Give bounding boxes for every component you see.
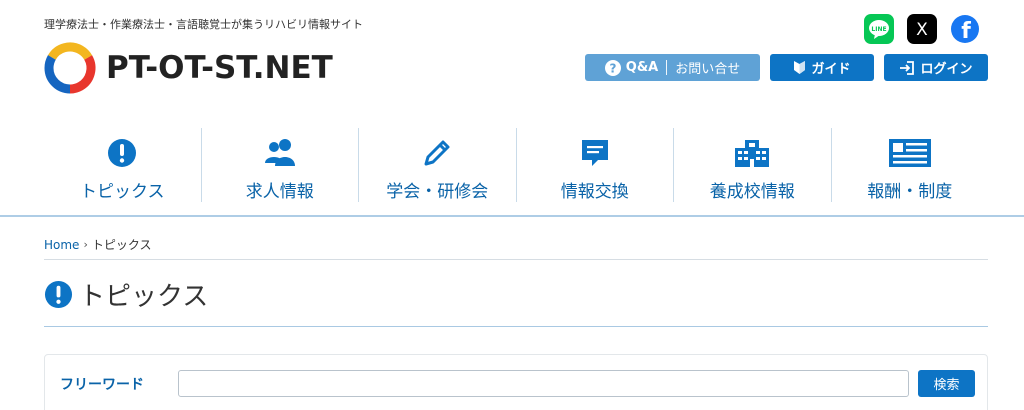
- page-title-text: トピックス: [79, 282, 209, 312]
- question-circle-icon: ?: [604, 59, 621, 76]
- pencil-icon: [422, 138, 452, 168]
- nav-item-compensation[interactable]: 報酬・制度: [832, 128, 989, 202]
- nav-label: 報酬・制度: [867, 182, 953, 202]
- svg-text:?: ?: [609, 61, 616, 75]
- site-logo[interactable]: PT-OT-ST.NET: [42, 40, 333, 96]
- nav-label: 養成校情報: [709, 182, 795, 202]
- chevron-right-icon: ›: [83, 238, 88, 251]
- facebook-icon[interactable]: f: [950, 14, 980, 44]
- social-links: LINE X f: [864, 14, 980, 44]
- header-buttons: ? Q&A お問い合せ ガイド ログイン: [585, 54, 988, 81]
- message-icon: [580, 138, 610, 168]
- exclamation-circle-icon: [44, 280, 73, 309]
- search-button[interactable]: 検索: [918, 370, 975, 397]
- login-icon: [900, 60, 915, 75]
- breadcrumb-current: トピックス: [91, 238, 152, 252]
- guide-button[interactable]: ガイド: [770, 54, 874, 81]
- nav-item-conferences[interactable]: 学会・研修会: [359, 128, 517, 202]
- exclamation-circle-icon: [107, 138, 137, 168]
- x-icon[interactable]: X: [907, 14, 937, 44]
- users-icon: [264, 138, 296, 168]
- qa-contact-button[interactable]: ? Q&A お問い合せ: [585, 54, 760, 81]
- breadcrumb-divider: [44, 259, 988, 260]
- nav-label: 学会・研修会: [386, 182, 489, 202]
- title-divider: [44, 326, 988, 327]
- newspaper-icon: [888, 138, 932, 168]
- qa-label[interactable]: Q&A: [626, 60, 658, 75]
- nav-divider: [0, 215, 1024, 217]
- nav-label: 情報交換: [560, 182, 629, 202]
- login-button[interactable]: ログイン: [884, 54, 988, 81]
- search-panel: フリーワード 検索: [44, 354, 988, 410]
- guide-label: ガイド: [811, 62, 851, 77]
- facebook-icon-label: f: [961, 19, 971, 44]
- nav-label: トピックス: [80, 182, 165, 202]
- page-title: トピックス: [44, 276, 208, 313]
- main-nav: トピックス 求人情報 学会・研修会 情報交換 養成校情報 報酬・制度: [44, 128, 988, 202]
- nav-item-exchange[interactable]: 情報交換: [517, 128, 674, 202]
- search-input[interactable]: [178, 370, 909, 397]
- button-separator: [666, 60, 668, 75]
- site-tagline: 理学療法士・作業療法士・言語聴覚士が集うリハビリ情報サイト: [44, 18, 363, 31]
- nav-item-jobs[interactable]: 求人情報: [202, 128, 359, 202]
- x-icon-label: X: [916, 20, 928, 40]
- logo-text: PT-OT-ST.NET: [106, 50, 333, 86]
- contact-label[interactable]: お問い合せ: [675, 58, 740, 77]
- login-label: ログイン: [920, 62, 973, 77]
- nav-item-schools[interactable]: 養成校情報: [674, 128, 832, 202]
- search-label: フリーワード: [60, 377, 144, 393]
- logo-ring-icon: [44, 42, 96, 94]
- breadcrumb-home-link[interactable]: Home: [44, 238, 79, 252]
- nav-item-topics[interactable]: トピックス: [44, 128, 202, 202]
- school-building-icon: [734, 138, 770, 168]
- breadcrumb: Home › トピックス: [44, 236, 151, 253]
- line-icon-label: LINE: [871, 26, 886, 33]
- nav-label: 求人情報: [245, 182, 314, 202]
- line-icon[interactable]: LINE: [864, 14, 894, 44]
- beginner-mark-icon: [794, 61, 806, 74]
